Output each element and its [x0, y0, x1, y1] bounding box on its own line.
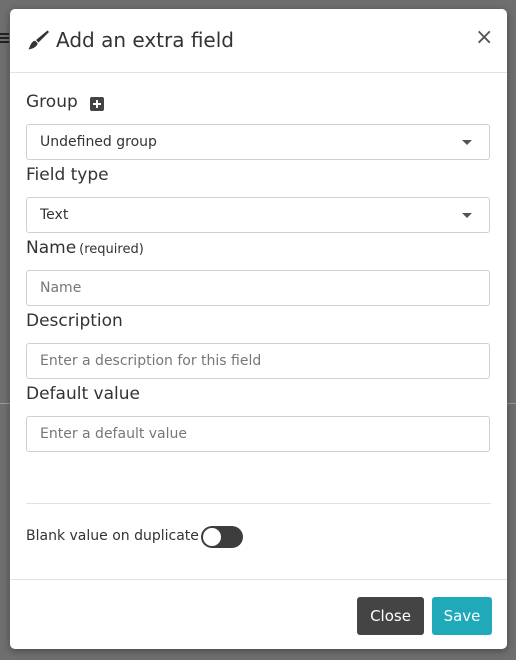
background-divider — [507, 403, 516, 404]
required-hint: (required) — [79, 242, 144, 257]
toggle-knob — [203, 528, 221, 546]
field-type-select[interactable]: Text — [26, 197, 490, 233]
blank-on-duplicate-toggle[interactable] — [201, 526, 243, 548]
hamburger-menu-icon — [0, 33, 9, 45]
brush-icon — [28, 30, 49, 50]
default-value-label: Default value — [26, 384, 140, 404]
chevron-down-icon — [462, 213, 472, 218]
dialog-title: Add an extra field — [56, 28, 234, 52]
group-select[interactable]: Undefined group — [26, 124, 490, 160]
name-label-text: Name — [26, 238, 77, 258]
group-select-value: Undefined group — [40, 134, 157, 150]
dialog-header: Add an extra field × — [10, 9, 507, 73]
chevron-down-icon — [462, 140, 472, 145]
dialog-footer: Close Save — [10, 579, 507, 649]
blank-on-duplicate-label: Blank value on duplicate — [26, 528, 199, 544]
field-type-label: Field type — [26, 165, 109, 185]
plus-square-icon[interactable] — [90, 97, 104, 111]
background-divider — [0, 403, 10, 404]
close-button[interactable]: Close — [357, 597, 424, 635]
add-extra-field-dialog: Add an extra field × Group Undefined gro… — [10, 9, 507, 649]
save-button[interactable]: Save — [432, 597, 492, 635]
description-input[interactable] — [27, 344, 489, 378]
group-label: Group — [26, 92, 78, 112]
description-field-wrapper — [26, 343, 490, 379]
default-value-input[interactable] — [27, 417, 489, 451]
name-input[interactable] — [27, 271, 489, 305]
name-field-wrapper — [26, 270, 490, 306]
default-value-field-wrapper — [26, 416, 490, 452]
form-divider — [26, 503, 491, 504]
name-label: Name (required) — [26, 238, 144, 258]
close-icon[interactable]: × — [475, 26, 493, 50]
field-type-select-value: Text — [40, 207, 69, 223]
description-label: Description — [26, 311, 123, 331]
